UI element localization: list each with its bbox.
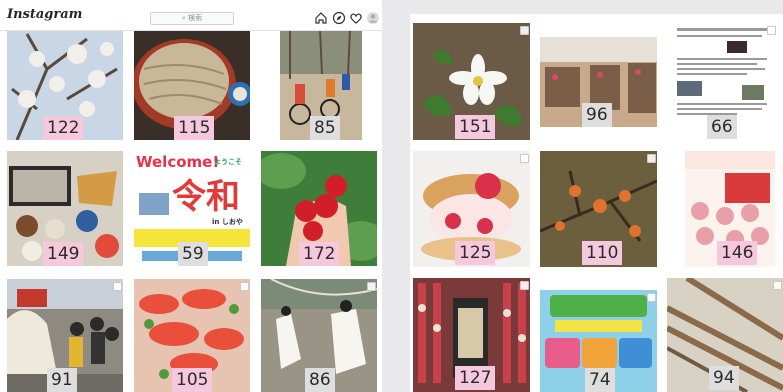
right-photo-grid-panel: 151 96 66 125 110 146 127 74 94 <box>410 14 783 392</box>
like-count-badge: 172 <box>299 242 340 266</box>
select-checkbox[interactable] <box>520 281 529 290</box>
like-count-badge: 125 <box>455 241 496 265</box>
select-checkbox[interactable] <box>647 154 656 163</box>
search-input[interactable]: ⌕ 検索 <box>150 12 234 25</box>
tile-welcome-reiwa-poster[interactable]: Welcome! ようこそ 令和 in しおや 59 <box>134 151 250 266</box>
tile-plum-blossom[interactable]: 122 <box>7 29 123 140</box>
search-placeholder: 検索 <box>188 14 203 22</box>
poster-reiwa-text: 令和 <box>172 177 240 217</box>
select-checkbox[interactable] <box>773 281 782 290</box>
tile-strawberry-dessert[interactable]: 125 <box>413 151 530 267</box>
like-count-badge: 85 <box>310 116 340 140</box>
heart-icon[interactable] <box>349 11 363 25</box>
select-checkbox[interactable] <box>367 282 376 291</box>
like-count-badge: 151 <box>455 115 496 139</box>
like-count-badge: 91 <box>47 368 77 392</box>
like-count-badge: 66 <box>707 115 737 139</box>
like-count-badge: 105 <box>172 368 213 392</box>
tile-bamboo-detail[interactable]: 94 <box>667 278 783 392</box>
like-count-badge: 94 <box>709 366 739 390</box>
tile-witch-hazel[interactable]: 110 <box>540 151 657 267</box>
tile-set-meal[interactable]: 149 <box>7 151 123 266</box>
select-checkbox[interactable] <box>240 282 249 291</box>
select-checkbox[interactable] <box>767 26 776 35</box>
like-count-badge: 122 <box>43 116 84 140</box>
tile-exhibition-hall[interactable]: 96 <box>540 37 657 127</box>
tile-strawberries-hand[interactable]: 172 <box>261 151 377 266</box>
like-count-badge: 115 <box>174 116 215 140</box>
tile-white-robed-ritual[interactable]: 86 <box>261 279 377 392</box>
tile-soba-noodles[interactable]: 115 <box>134 29 250 140</box>
select-checkbox[interactable] <box>520 154 529 163</box>
poster-in-text: in しおや <box>212 218 243 226</box>
like-count-badge: 86 <box>305 368 335 392</box>
tile-hina-dolls[interactable]: 127 <box>413 278 530 392</box>
tile-document-page[interactable]: 66 <box>667 23 777 140</box>
tile-festival-crowd[interactable]: 91 <box>7 279 123 392</box>
tile-event-poster[interactable]: 74 <box>540 290 657 392</box>
like-count-badge: 127 <box>455 366 496 390</box>
like-count-badge: 110 <box>582 241 623 265</box>
like-count-badge: 96 <box>582 103 612 127</box>
app-logo[interactable]: Instagram <box>7 7 82 22</box>
profile-icon[interactable] <box>366 11 380 25</box>
poster-script-text: ようこそ <box>214 158 242 166</box>
like-count-badge: 74 <box>585 368 615 392</box>
top-bar: Instagram ⌕ 検索 <box>0 0 382 31</box>
like-count-badge: 146 <box>717 241 758 265</box>
tile-mtb-race[interactable]: 85 <box>280 29 362 140</box>
home-icon[interactable] <box>314 11 328 25</box>
like-count-badge: 59 <box>178 242 208 266</box>
tile-white-flower[interactable]: 151 <box>413 23 530 140</box>
tile-sweets-flyer[interactable]: 146 <box>685 151 775 267</box>
tile-sashimi-platter[interactable]: 105 <box>134 279 250 392</box>
select-checkbox[interactable] <box>647 293 656 302</box>
compass-icon[interactable] <box>332 11 346 25</box>
select-checkbox[interactable] <box>113 282 122 291</box>
left-instagram-panel: Instagram ⌕ 検索 122 115 85 149 Welcome! よ… <box>0 0 382 392</box>
like-count-badge: 149 <box>43 242 84 266</box>
select-checkbox[interactable] <box>520 26 529 35</box>
